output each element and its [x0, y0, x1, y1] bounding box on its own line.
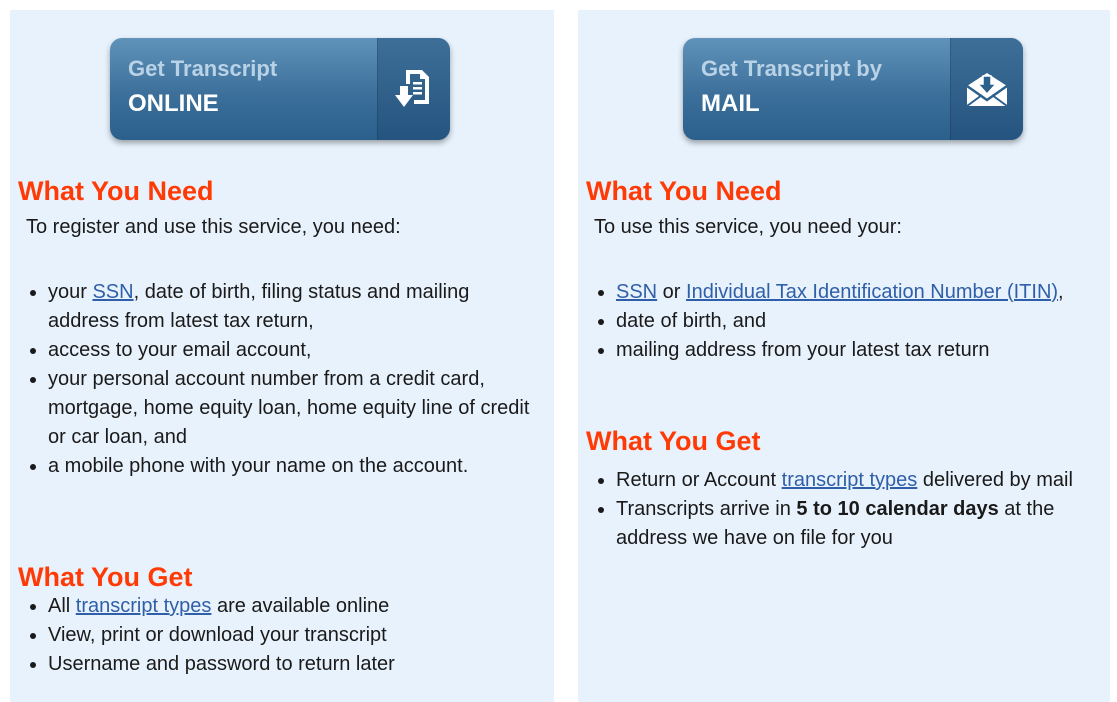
get-transcript-mail-button[interactable]: Get Transcript by MAIL [683, 38, 1023, 140]
list-item: a mobile phone with your name on the acc… [26, 452, 544, 481]
need-list: your SSN, date of birth, filing status a… [26, 278, 544, 481]
what-you-get-heading: What You Get [18, 562, 193, 592]
button-line2: ONLINE [128, 90, 219, 117]
list-item: mailing address from your latest tax ret… [594, 336, 1104, 365]
transcript-types-link[interactable]: transcript types [782, 469, 918, 491]
list-item: your personal account number from a cred… [26, 365, 544, 452]
ssn-link[interactable]: SSN [92, 281, 133, 303]
get-list: All transcript types are available onlin… [26, 592, 544, 679]
mail-panel: Get Transcript by MAIL What You Need To … [578, 10, 1110, 702]
button-line2: MAIL [701, 90, 760, 117]
get-transcript-online-button[interactable]: Get Transcript ONLINE [110, 38, 450, 140]
button-line1: Get Transcript [128, 56, 278, 81]
need-list: SSN or Individual Tax Identification Num… [594, 278, 1104, 365]
list-item: date of birth, and [594, 307, 1104, 336]
need-intro: To use this service, you need your: [594, 216, 902, 238]
button-icon-box [377, 38, 450, 140]
what-you-need-heading: What You Need [586, 176, 782, 206]
list-item: SSN or Individual Tax Identification Num… [594, 278, 1104, 307]
list-item: View, print or download your transcript [26, 621, 544, 650]
delivery-time: 5 to 10 calendar days [796, 498, 999, 520]
get-list: Return or Account transcript types deliv… [594, 466, 1104, 553]
list-item: Return or Account transcript types deliv… [594, 466, 1104, 495]
ssn-link[interactable]: SSN [616, 281, 657, 303]
need-intro: To register and use this service, you ne… [26, 216, 401, 238]
list-item: Username and password to return later [26, 650, 544, 679]
transcript-types-link[interactable]: transcript types [76, 595, 212, 617]
button-line1: Get Transcript by [701, 56, 882, 81]
itin-link[interactable]: Individual Tax Identification Number (IT… [686, 281, 1058, 303]
what-you-get-heading: What You Get [586, 426, 761, 456]
envelope-download-icon [966, 73, 1008, 107]
online-panel: Get Transcript ONLINE What You Need To r… [10, 10, 554, 702]
list-item: All transcript types are available onlin… [26, 592, 544, 621]
button-icon-box [950, 38, 1023, 140]
document-download-icon [395, 70, 429, 107]
list-item: your SSN, date of birth, filing status a… [26, 278, 544, 336]
list-item: access to your email account, [26, 336, 544, 365]
list-item: Transcripts arrive in 5 to 10 calendar d… [594, 495, 1104, 553]
what-you-need-heading: What You Need [18, 176, 214, 206]
